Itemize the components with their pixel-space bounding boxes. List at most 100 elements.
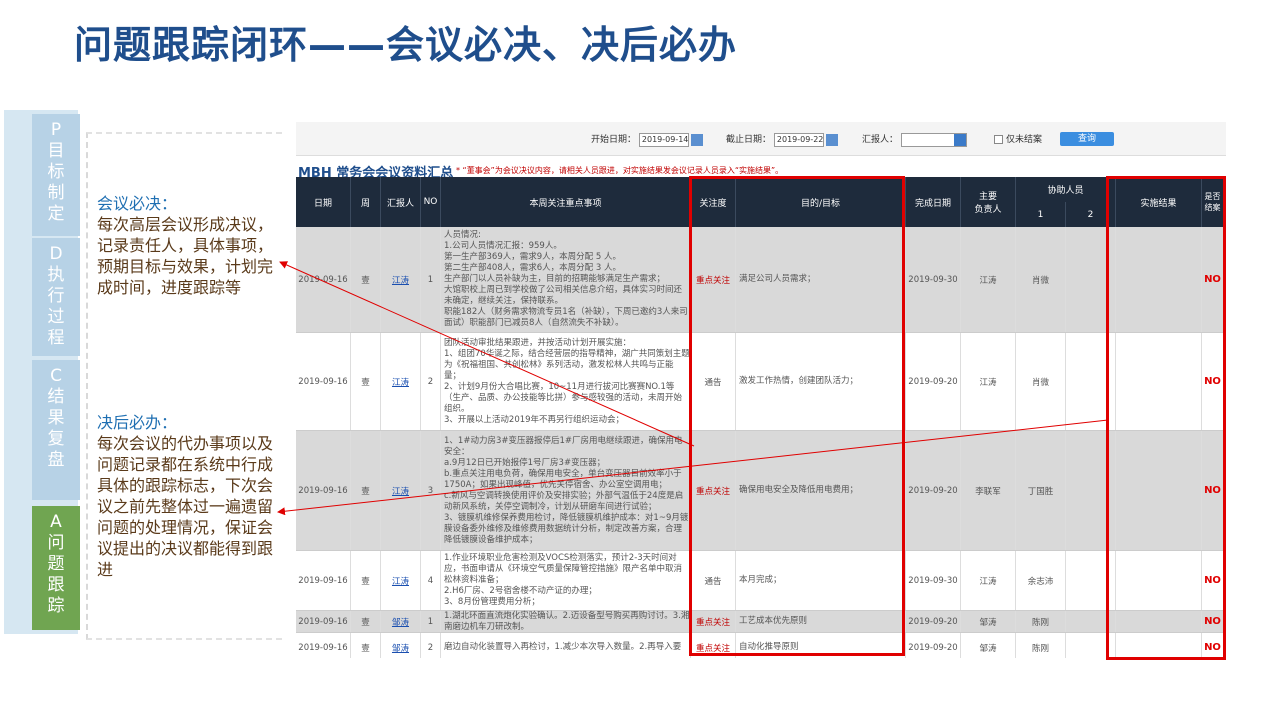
cell-focus: 团队活动审批结果跟进，并按活动计划开展实施： 1、组团70华诞之际，结合经营层的… [441, 333, 691, 430]
cell-focus-text: 团队活动审批结果跟进，并按活动计划开展实施： 1、组团70华诞之际，结合经营层的… [444, 337, 690, 425]
cell-date-text: 2019-09-16 [298, 575, 348, 586]
cell-reporter[interactable]: 邹涛 [381, 633, 421, 658]
cell-week-text: 壹 [361, 275, 370, 286]
highlight-box-attention-goal [689, 176, 905, 656]
calendar-icon[interactable] [825, 133, 838, 146]
cell-date: 2019-09-16 [296, 431, 351, 550]
cell-finish-text: 2019-09-20 [908, 642, 958, 653]
pdca-step-d-label: D 执 行 过 程 [47, 244, 65, 348]
cell-week-text: 壹 [361, 643, 370, 654]
cell-finish: 2019-09-20 [906, 431, 961, 550]
reporter-select[interactable] [900, 132, 967, 147]
cell-owner: 江涛 [961, 551, 1016, 610]
col-focus: 本周关注重点事项 [441, 177, 691, 227]
cell-reporter-text[interactable]: 邹涛 [392, 616, 409, 628]
cell-week: 壹 [351, 333, 381, 430]
cell-focus-text: 1、1#动力房3#变压器报停后1#厂房用电继续跟进，确保用电安全： a.9月12… [444, 435, 689, 545]
cell-reporter[interactable]: 江涛 [381, 551, 421, 610]
cell-no: 1 [421, 611, 441, 632]
sheet-note: * “董事会”为会议决议内容，请相关人员跟进，对实施结果发会议记录人员录入“实施… [456, 166, 784, 175]
cell-finish-text: 2019-09-30 [908, 575, 958, 586]
cell-focus: 1、1#动力房3#变压器报停后1#厂房用电继续跟进，确保用电安全： a.9月12… [441, 431, 691, 550]
cell-week-text: 壹 [361, 617, 370, 628]
start-date-input[interactable]: 2019-09-14 [638, 132, 689, 147]
cell-week: 壹 [351, 611, 381, 632]
cell-no: 2 [421, 333, 441, 430]
cell-finish-text: 2019-09-20 [908, 376, 958, 387]
cell-assist1-text: 陈刚 [1031, 617, 1049, 628]
cell-assist1: 肖微 [1016, 333, 1066, 430]
pdca-step-a-label: A 问 题 跟 踪 [47, 512, 65, 616]
cell-focus: 1.作业环境职业危害检测及VOCS检测落实，预计2-3天时间对应，书面申请从《环… [441, 551, 691, 610]
cell-assist1: 肖微 [1016, 227, 1066, 332]
cell-date-text: 2019-09-16 [298, 274, 348, 285]
slide-title: 问题跟踪闭环——会议必决、决后必办 [74, 23, 738, 67]
cell-week: 壹 [351, 551, 381, 610]
cell-reporter[interactable]: 江涛 [381, 431, 421, 550]
unclosed-checkbox[interactable] [994, 135, 1003, 144]
cell-owner: 邹涛 [961, 633, 1016, 658]
cell-finish: 2019-09-20 [906, 333, 961, 430]
cell-week: 壹 [351, 227, 381, 332]
cell-reporter-text[interactable]: 江涛 [392, 575, 409, 587]
unclosed-label: 仅未结案 [1006, 135, 1043, 145]
cell-assist1-text: 陈刚 [1031, 643, 1049, 654]
cell-week-text: 壹 [361, 576, 370, 587]
cell-date-text: 2019-09-16 [298, 485, 348, 496]
cell-week: 壹 [351, 431, 381, 550]
cell-date-text: 2019-09-16 [298, 616, 348, 627]
end-date-input[interactable]: 2019-09-22 [773, 132, 824, 147]
reporter-label: 汇报人： [862, 135, 899, 145]
cell-no-text: 2 [427, 376, 434, 387]
col-week: 周 [351, 177, 381, 227]
pdca-step-a: A 问 题 跟 踪 [32, 506, 80, 630]
pdca-step-d: D 执 行 过 程 [32, 238, 80, 356]
cell-no-text: 3 [427, 485, 434, 496]
cell-date: 2019-09-16 [296, 333, 351, 430]
cell-date-text: 2019-09-16 [298, 376, 348, 387]
cell-assist1: 陈刚 [1016, 633, 1066, 658]
cell-date: 2019-09-16 [296, 227, 351, 332]
col-no: NO [421, 177, 441, 227]
cell-reporter-text[interactable]: 江涛 [392, 274, 409, 286]
cell-owner-text: 邹涛 [979, 617, 997, 628]
query-button[interactable]: 查询 [1060, 132, 1114, 146]
pdca-step-p: P 目 标 制 定 [32, 114, 80, 236]
filter-bar: 开始日期： 2019-09-14 截止日期： 2019-09-22 汇报人： 仅… [296, 122, 1226, 156]
cell-date: 2019-09-16 [296, 633, 351, 658]
cell-week-text: 壹 [361, 486, 370, 497]
cell-no-text: 1 [427, 616, 434, 627]
pdca-step-c: C 结 果 复 盘 [32, 360, 80, 500]
col-owner: 主要 负责人 [961, 177, 1016, 227]
end-date-label: 截止日期： [726, 135, 772, 145]
cell-reporter[interactable]: 江涛 [381, 227, 421, 332]
col-assist: 协助人员 [1016, 177, 1116, 202]
slide: 问题跟踪闭环——会议必决、决后必办 P 目 标 制 定 D 执 行 过 程 C … [0, 0, 1280, 720]
note-execution-body: 每次会议的代办事项以及问题记录都在系统中行成具体的跟踪标志，下次会议之前先整体过… [97, 434, 274, 579]
calendar-icon[interactable] [690, 133, 703, 146]
cell-assist1: 丁国胜 [1016, 431, 1066, 550]
cell-focus-text: 人员情况: 1.公司人员情况汇报：959人。 第一生产部369人，需求9人，本周… [444, 230, 688, 328]
col-assist-1: 1 [1016, 202, 1066, 227]
cell-assist1-text: 余志沛 [1027, 576, 1054, 587]
note-execution: 决后必办： 每次会议的代办事项以及问题记录都在系统中行成具体的跟踪标志，下次会议… [97, 412, 279, 580]
cell-no: 2 [421, 633, 441, 658]
cell-date-text: 2019-09-16 [298, 642, 348, 653]
note-execution-heading: 决后必办： [97, 413, 178, 432]
cell-owner: 邹涛 [961, 611, 1016, 632]
cell-reporter[interactable]: 邹涛 [381, 611, 421, 632]
cell-assist1-text: 肖微 [1031, 377, 1049, 388]
cell-reporter-text[interactable]: 江涛 [392, 485, 409, 497]
cell-reporter-text[interactable]: 邹涛 [392, 642, 409, 654]
cell-owner-text: 邹涛 [979, 643, 997, 654]
cell-week-text: 壹 [361, 377, 370, 388]
pdca-step-p-label: P 目 标 制 定 [47, 120, 65, 224]
col-finish: 完成日期 [906, 177, 961, 227]
cell-focus-text: 1.湖北环面直流炮化实验确认。2.迈设备型号购买再购讨讨。3.湘南磨边机车刀研改… [444, 610, 690, 632]
cell-date: 2019-09-16 [296, 611, 351, 632]
cell-finish: 2019-09-30 [906, 551, 961, 610]
cell-no-text: 2 [427, 642, 434, 653]
cell-focus: 人员情况: 1.公司人员情况汇报：959人。 第一生产部369人，需求9人，本周… [441, 227, 691, 332]
cell-reporter[interactable]: 江涛 [381, 333, 421, 430]
cell-reporter-text[interactable]: 江涛 [392, 376, 409, 388]
